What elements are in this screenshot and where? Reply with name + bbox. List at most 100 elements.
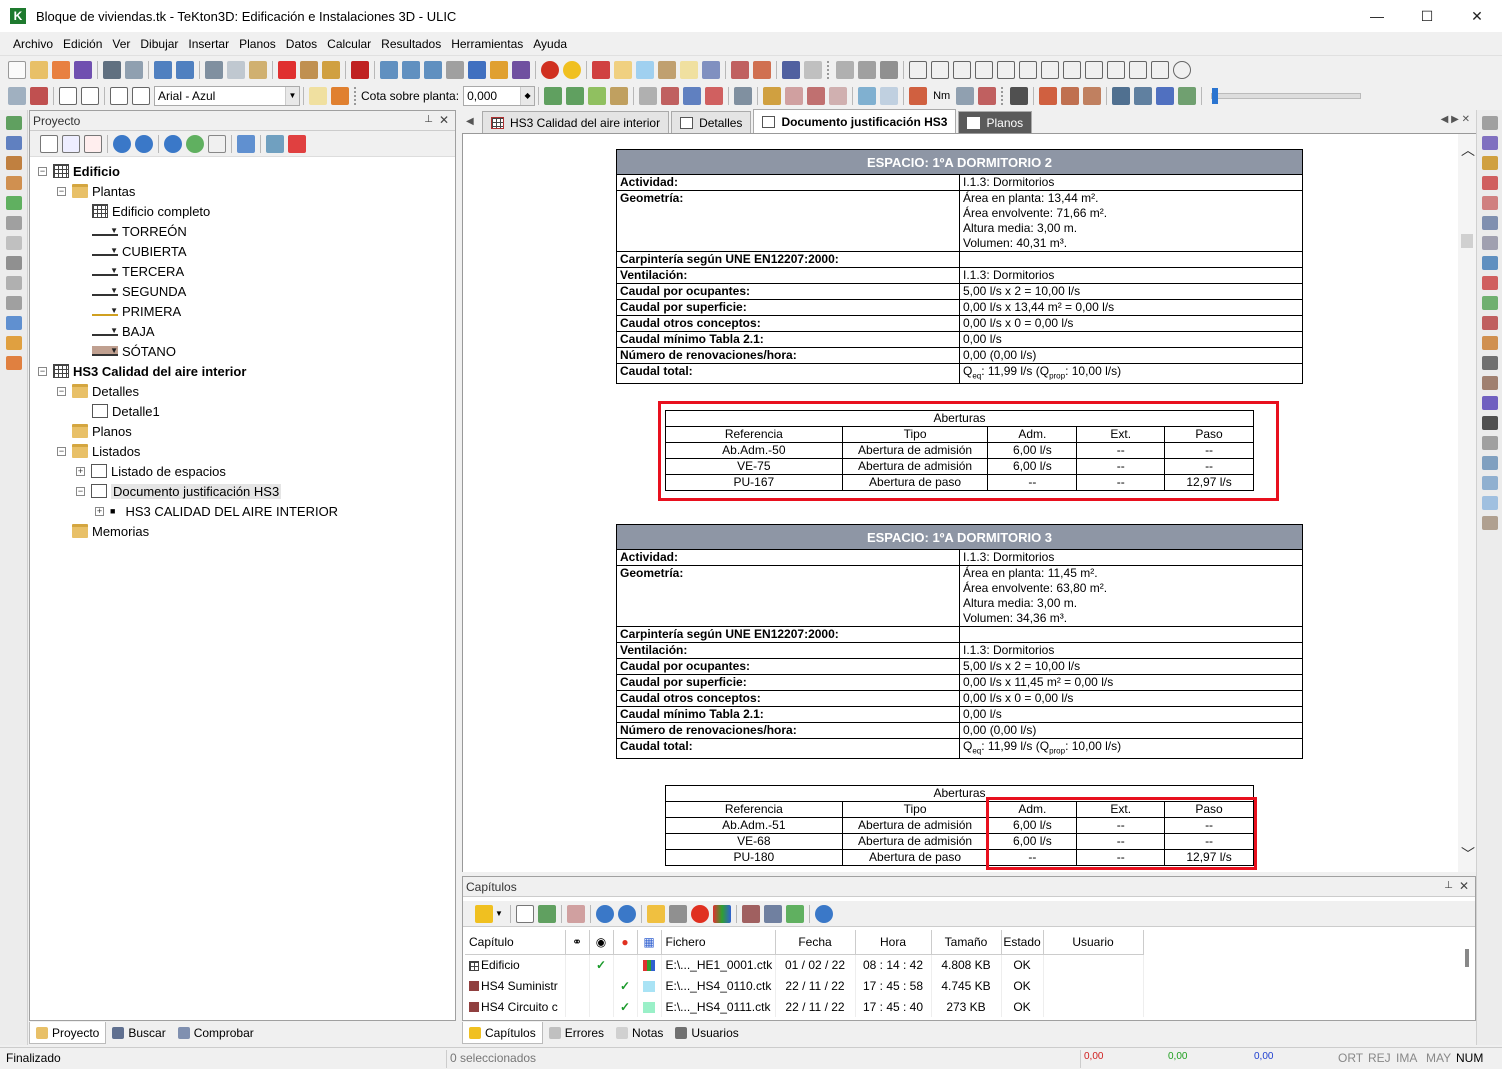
refresh-view-icon[interactable]	[512, 61, 530, 79]
texture-icon[interactable]	[614, 61, 632, 79]
col-header[interactable]: Usuario	[1043, 930, 1144, 955]
strip-tool-8-icon[interactable]	[5, 256, 22, 270]
strip-tool-6-icon[interactable]	[5, 216, 22, 230]
minimize-button[interactable]: —	[1352, 0, 1402, 32]
document-scrollbar[interactable]: ︿ ﹀	[1458, 134, 1476, 872]
star-icon[interactable]	[475, 904, 493, 923]
strip-tool-11-icon[interactable]	[5, 316, 22, 330]
view-column-icon[interactable]	[1063, 61, 1081, 79]
strip-tool-2-icon[interactable]	[5, 136, 22, 150]
sum-icon[interactable]	[351, 61, 369, 79]
check-icon[interactable]: ✓	[589, 954, 614, 975]
strip-tool-13-icon[interactable]	[5, 356, 22, 370]
tab-proyecto[interactable]: Proyecto	[29, 1022, 107, 1044]
tools-icon[interactable]	[741, 904, 760, 923]
edit-icon[interactable]	[300, 61, 318, 79]
slider-thumb[interactable]	[1212, 88, 1219, 104]
tree-node-level-primera[interactable]: PRIMERA	[92, 301, 181, 321]
windows-icon[interactable]	[763, 904, 782, 923]
dimension-icon[interactable]	[1134, 87, 1153, 105]
tab-usuarios[interactable]: Usuarios	[669, 1022, 744, 1044]
scroll-down-icon[interactable]: ﹀	[1461, 844, 1475, 864]
red-dot-icon[interactable]	[690, 904, 709, 923]
report-icon[interactable]	[30, 87, 48, 105]
color-cell[interactable]	[637, 975, 662, 996]
snap-indicator[interactable]: IMA	[1396, 1051, 1417, 1065]
remove-chapter-icon[interactable]	[566, 904, 585, 923]
layers-icon[interactable]	[490, 61, 508, 79]
strip-tool-9-icon[interactable]	[5, 276, 22, 290]
rstrip-8-icon[interactable]	[1481, 256, 1498, 270]
tool-icon[interactable]	[956, 87, 975, 105]
rstrip-5-icon[interactable]	[1481, 196, 1498, 210]
rstrip-19-icon[interactable]	[1481, 476, 1498, 490]
tree-node-level-cubierta[interactable]: CUBIERTA	[92, 241, 187, 261]
cut-icon[interactable]	[205, 61, 223, 79]
strip-tool-3-icon[interactable]	[5, 156, 22, 170]
slider-icon[interactable]	[734, 87, 753, 105]
print-icon[interactable]	[103, 61, 121, 79]
elevation-input[interactable]: 0,000 ◆	[463, 86, 536, 106]
view-pipe-icon[interactable]	[1129, 61, 1147, 79]
paste-icon[interactable]	[249, 61, 267, 79]
strip-tool-5-icon[interactable]	[5, 196, 22, 210]
tab-capitulos[interactable]: Capítulos	[462, 1022, 543, 1044]
menu-ver[interactable]: Ver	[107, 37, 135, 51]
roof-icon[interactable]	[1061, 87, 1080, 105]
strip-tool-1-icon[interactable]	[5, 116, 22, 130]
strip-tool-10-icon[interactable]	[5, 296, 22, 310]
table-row[interactable]: HS4 Circuito c ✓ E:\..._HS4_0111.ctk 22 …	[465, 996, 1144, 1017]
page-copy-icon[interactable]	[81, 87, 99, 105]
tree-node-hs3-section[interactable]: + ■ HS3 CALIDAD DEL AIRE INTERIOR	[95, 501, 338, 521]
view-stairs-icon[interactable]	[953, 61, 971, 79]
node-icon[interactable]	[661, 87, 680, 105]
undo-icon[interactable]	[154, 61, 172, 79]
zoom-in-icon[interactable]	[402, 61, 420, 79]
graph-icon[interactable]	[705, 87, 724, 105]
menu-herramientas[interactable]: Herramientas	[446, 37, 528, 51]
new-chapter-icon[interactable]	[515, 904, 534, 923]
strip-tool-7-icon[interactable]	[5, 236, 22, 250]
strip-tool-4-icon[interactable]	[5, 176, 22, 190]
rstrip-16-icon[interactable]	[1481, 416, 1498, 430]
menu-edicion[interactable]: Edición	[58, 37, 107, 51]
refresh-icon[interactable]	[814, 904, 833, 923]
rstrip-11-icon[interactable]	[1481, 316, 1498, 330]
tree-node-edificio[interactable]: − Edificio	[38, 161, 120, 181]
scroll-thumb[interactable]	[1461, 234, 1473, 248]
chevron-down-icon[interactable]: ▼	[285, 87, 299, 105]
transparency-slider[interactable]	[1211, 88, 1362, 104]
strip-tool-12-icon[interactable]	[5, 336, 22, 350]
brush-icon[interactable]	[322, 61, 340, 79]
rstrip-6-icon[interactable]	[1481, 216, 1498, 230]
chevron-down-icon[interactable]: ▼	[495, 909, 503, 918]
color-cell[interactable]	[637, 954, 662, 975]
chart-icon[interactable]	[683, 87, 702, 105]
sync-icon[interactable]	[785, 904, 804, 923]
menu-resultados[interactable]: Resultados	[376, 37, 446, 51]
tree-node-listado-espacios[interactable]: + Listado de espacios	[76, 461, 226, 481]
material-icon[interactable]	[592, 61, 610, 79]
scroll-up-icon[interactable]: ︿	[1461, 140, 1475, 160]
col-header[interactable]: Fecha	[775, 930, 856, 955]
tree-node-level-segunda[interactable]: SEGUNDA	[92, 281, 186, 301]
page-layout-icon[interactable]	[110, 87, 128, 105]
refresh-icon[interactable]	[164, 134, 182, 153]
edit-item-icon[interactable]	[62, 134, 80, 153]
tab-navigation-icon[interactable]: ◀ ▶ ✕	[1441, 114, 1470, 125]
new-file-icon[interactable]	[8, 61, 26, 79]
comment-icon[interactable]	[804, 61, 822, 79]
document-viewer[interactable]: ESPACIO: 1ºA DORMITORIO 2 Actividad: I.1.…	[462, 134, 1476, 872]
dots-grid-icon[interactable]	[639, 87, 658, 105]
delete-icon[interactable]	[278, 61, 296, 79]
col-header[interactable]: Hora	[855, 930, 932, 955]
view-3d-icon[interactable]	[909, 61, 927, 79]
rstrip-12-icon[interactable]	[1481, 336, 1498, 350]
dot-cell[interactable]	[613, 954, 638, 975]
pin-icon[interactable]: ⊥	[1444, 880, 1453, 891]
rstrip-9-icon[interactable]	[1481, 276, 1498, 290]
open-recent-icon[interactable]	[52, 61, 70, 79]
rstrip-15-icon[interactable]	[1481, 396, 1498, 410]
green-arrow-icon[interactable]	[544, 87, 563, 105]
monitor-icon[interactable]	[1010, 87, 1029, 105]
